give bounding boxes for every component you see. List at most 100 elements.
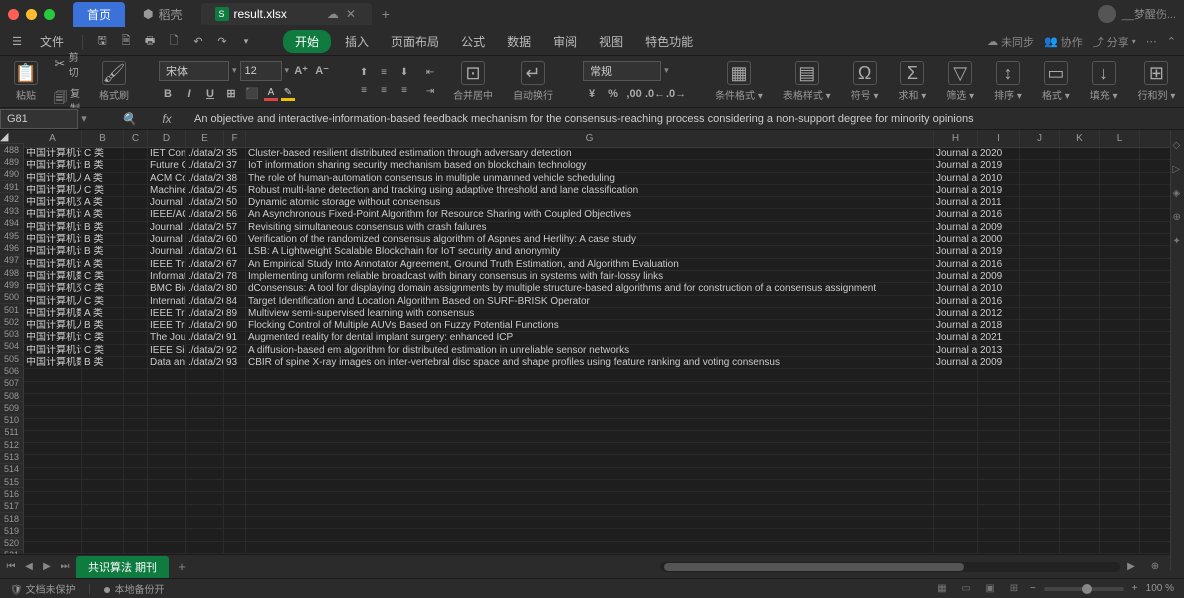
cell[interactable]: Journal art (934, 259, 978, 270)
cell[interactable] (124, 394, 148, 405)
cell[interactable]: C 类 (82, 283, 124, 294)
print-icon[interactable]: 🖶 (141, 33, 159, 51)
row-header[interactable]: 490 (0, 169, 23, 181)
cell[interactable] (246, 394, 934, 405)
cell[interactable] (978, 468, 1020, 479)
cell[interactable] (1060, 369, 1100, 380)
cell[interactable] (246, 505, 934, 516)
paste-icon[interactable]: 📋 (14, 61, 38, 85)
cell[interactable] (124, 234, 148, 245)
cell[interactable]: Internation (148, 296, 186, 307)
backup-status[interactable]: 本地备份开 (104, 581, 164, 596)
cell[interactable] (186, 369, 224, 380)
prev-sheet-icon[interactable]: ◀ (22, 560, 36, 574)
cell[interactable]: 2013 (978, 345, 1020, 356)
maximize-icon[interactable] (44, 9, 55, 20)
cell[interactable] (24, 492, 82, 503)
menu-view[interactable]: 视图 (591, 30, 631, 53)
zoom-out-button[interactable]: − (1030, 583, 1036, 594)
cell[interactable]: 中国计算机人工智能 (24, 185, 82, 196)
cell[interactable] (1020, 185, 1060, 196)
cell[interactable] (24, 529, 82, 540)
cell[interactable] (224, 406, 246, 417)
tab-current-file[interactable]: S result.xlsx ☁ ✕ (201, 3, 372, 25)
cell[interactable] (1020, 234, 1060, 245)
cell[interactable] (1100, 542, 1140, 553)
cell[interactable]: Journal art (934, 271, 978, 282)
cut-button[interactable]: ✂剪切 (52, 47, 85, 81)
preview-icon[interactable]: 🗋 (165, 33, 183, 51)
highlight-icon[interactable]: ✎ (281, 87, 295, 101)
cell[interactable]: 中国计算机计算机体系 (24, 222, 82, 233)
cell[interactable] (1020, 517, 1060, 528)
cell[interactable] (82, 492, 124, 503)
cell[interactable] (1060, 345, 1100, 356)
cell[interactable] (186, 431, 224, 442)
share-button[interactable]: ⤴分享▾ (1093, 34, 1136, 50)
cell[interactable] (82, 542, 124, 553)
cell[interactable]: ./data/260 (186, 296, 224, 307)
cell[interactable] (1020, 443, 1060, 454)
cell[interactable] (24, 443, 82, 454)
layout-icon[interactable]: ⊞ (1006, 581, 1022, 597)
row-header[interactable]: 491 (0, 181, 23, 193)
cell[interactable] (82, 369, 124, 380)
cell[interactable] (224, 480, 246, 491)
cell[interactable] (1060, 517, 1100, 528)
cell[interactable]: A 类 (82, 308, 124, 319)
cell[interactable]: LSB: A Lightweight Scalable Blockchain f… (246, 246, 934, 257)
close-icon[interactable] (8, 9, 19, 20)
save-as-icon[interactable]: 🗎 (117, 33, 135, 51)
cell[interactable]: 2010 (978, 283, 1020, 294)
cell[interactable] (1020, 468, 1060, 479)
row-header[interactable]: 504 (0, 341, 23, 353)
cell[interactable] (1060, 209, 1100, 220)
last-sheet-icon[interactable]: ⏭ (58, 560, 72, 574)
cell[interactable]: 2010 (978, 173, 1020, 184)
cell[interactable] (1060, 492, 1100, 503)
number-format-select[interactable] (583, 61, 661, 81)
cell[interactable]: 67 (224, 259, 246, 270)
cell[interactable]: Journal of (148, 246, 186, 257)
cell[interactable] (978, 382, 1020, 393)
wrap-icon[interactable]: ↵ (521, 61, 545, 85)
column-header[interactable]: K (1060, 130, 1100, 147)
cell[interactable]: 2009 (978, 222, 1020, 233)
cell[interactable] (1100, 246, 1140, 257)
cell[interactable] (186, 542, 224, 553)
cell[interactable]: Informatic (148, 271, 186, 282)
row-header[interactable]: 495 (0, 230, 23, 242)
cell[interactable]: Journal art (934, 345, 978, 356)
cell[interactable] (934, 382, 978, 393)
cell[interactable] (124, 283, 148, 294)
cell[interactable]: 中国计算机数据库/数 (24, 357, 82, 368)
cell[interactable] (148, 382, 186, 393)
cell[interactable] (1100, 382, 1140, 393)
row-header[interactable]: 516 (0, 488, 23, 500)
underline-icon[interactable]: U (201, 85, 219, 103)
cell[interactable]: ./data/260 (186, 259, 224, 270)
cell[interactable] (1100, 505, 1140, 516)
align-center-icon[interactable]: ≡ (375, 83, 393, 99)
sum-group[interactable]: Σ 求和 ▾ (893, 61, 933, 102)
cell[interactable]: B 类 (82, 246, 124, 257)
cell[interactable] (1060, 529, 1100, 540)
cell[interactable] (978, 542, 1020, 553)
cell[interactable] (82, 505, 124, 516)
cell[interactable] (82, 431, 124, 442)
column-header[interactable]: F (224, 130, 246, 147)
cell[interactable]: ./data/260 (186, 271, 224, 282)
reading-view-icon[interactable]: ▣ (982, 581, 998, 597)
cell[interactable] (148, 529, 186, 540)
cell[interactable]: A 类 (82, 173, 124, 184)
decimal-increase-icon[interactable]: .0← (646, 85, 664, 103)
name-box[interactable]: G81 (0, 109, 78, 129)
row-header[interactable]: 509 (0, 402, 23, 414)
cell[interactable] (24, 382, 82, 393)
cell[interactable]: 中国计算机人工智能 (24, 320, 82, 331)
column-header[interactable]: A (24, 130, 82, 147)
cell[interactable]: A 类 (82, 197, 124, 208)
cell[interactable] (1100, 419, 1140, 430)
align-top-icon[interactable]: ⬆ (355, 65, 373, 81)
cell[interactable]: IoT information sharing security mechani… (246, 160, 934, 171)
